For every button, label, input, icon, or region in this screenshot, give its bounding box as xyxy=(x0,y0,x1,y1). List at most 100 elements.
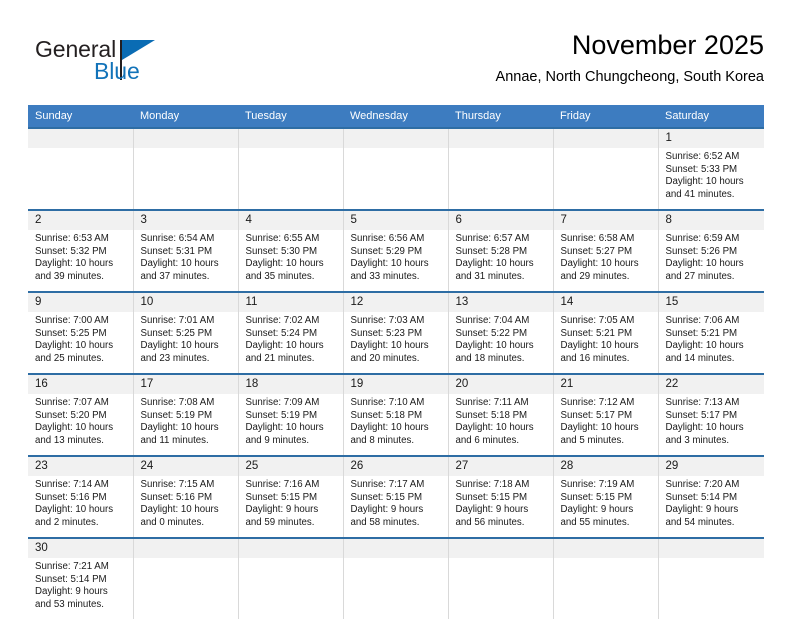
day-cell[interactable]: Sunrise: 6:58 AM Sunset: 5:27 PM Daylight:… xyxy=(552,230,658,291)
day-cell[interactable]: Sunrise: 7:17 AM Sunset: 5:15 PM Daylight:… xyxy=(342,476,448,537)
day-number-cell[interactable]: 2 xyxy=(28,211,133,230)
daylight-text-line1: Daylight: 10 hours xyxy=(665,176,744,188)
day-cell[interactable]: Sunrise: 7:08 AM Sunset: 5:19 PM Daylight:… xyxy=(132,394,238,455)
day-number-cell[interactable]: 8 xyxy=(657,211,764,230)
day-cell[interactable]: Sunrise: 7:15 AM Sunset: 5:16 PM Daylight:… xyxy=(132,476,238,537)
day-number-cell[interactable]: 26 xyxy=(342,457,448,476)
day-number-cell[interactable]: 27 xyxy=(447,457,553,476)
day-number-cell[interactable]: 28 xyxy=(552,457,658,476)
week-detail-row: Sunrise: 7:21 AM Sunset: 5:14 PM Daylight:… xyxy=(28,558,764,619)
day-cell[interactable]: Sunrise: 6:52 AM Sunset: 5:33 PM Daylight:… xyxy=(657,148,764,209)
sunrise-text: Sunrise: 6:58 AM xyxy=(560,233,635,244)
day-number-cell[interactable]: 10 xyxy=(132,293,238,312)
day-number-cell[interactable]: 15 xyxy=(657,293,764,312)
day-cell[interactable]: Sunrise: 6:55 AM Sunset: 5:30 PM Daylight:… xyxy=(237,230,343,291)
sunrise-text: Sunrise: 7:15 AM xyxy=(140,479,215,490)
day-cell[interactable]: Sunrise: 7:02 AM Sunset: 5:24 PM Daylight:… xyxy=(237,312,343,373)
sunset-text: Sunset: 5:32 PM xyxy=(35,245,107,257)
sunset-text: Sunset: 5:17 PM xyxy=(665,409,738,421)
day-number-cell[interactable]: 7 xyxy=(552,211,658,230)
week-detail-row: Sunrise: 7:14 AM Sunset: 5:16 PM Daylight:… xyxy=(28,476,764,537)
daylight-text-line2: and 2 minutes. xyxy=(35,516,99,528)
day-number-cell[interactable]: 9 xyxy=(28,293,133,312)
day-number-cell[interactable]: 23 xyxy=(28,457,133,476)
day-number-cell[interactable]: 20 xyxy=(447,375,553,394)
day-number-empty xyxy=(447,539,553,558)
day-cell[interactable]: Sunrise: 7:04 AM Sunset: 5:22 PM Daylight:… xyxy=(447,312,553,373)
daylight-text-line1: Daylight: 9 hours xyxy=(350,504,424,516)
daylight-text-line2: and 0 minutes. xyxy=(140,516,205,528)
sunrise-text: Sunrise: 7:02 AM xyxy=(245,315,320,326)
day-number-cell[interactable]: 11 xyxy=(237,293,343,312)
day-number-cell[interactable]: 1 xyxy=(657,129,764,148)
day-cell[interactable]: Sunrise: 7:20 AM Sunset: 5:14 PM Daylight:… xyxy=(657,476,764,537)
daylight-text-line1: Daylight: 10 hours xyxy=(455,340,534,352)
day-cell[interactable]: Sunrise: 7:19 AM Sunset: 5:15 PM Daylight:… xyxy=(552,476,658,537)
sunset-text: Sunset: 5:19 PM xyxy=(140,409,213,421)
sunset-text: Sunset: 5:17 PM xyxy=(560,409,633,421)
day-cell[interactable]: Sunrise: 7:18 AM Sunset: 5:15 PM Daylight:… xyxy=(447,476,553,537)
sunrise-text: Sunrise: 6:57 AM xyxy=(455,233,530,244)
weekday-header-saturday: Saturday xyxy=(658,105,764,127)
day-number-cell[interactable]: 30 xyxy=(28,539,133,558)
daylight-text-line2: and 54 minutes. xyxy=(665,516,735,528)
sunrise-text: Sunrise: 6:53 AM xyxy=(35,233,109,244)
day-cell[interactable]: Sunrise: 6:53 AM Sunset: 5:32 PM Daylight:… xyxy=(28,230,133,291)
day-cell-empty xyxy=(447,148,553,209)
sunset-text: Sunset: 5:15 PM xyxy=(245,491,318,503)
day-cell[interactable]: Sunrise: 7:05 AM Sunset: 5:21 PM Daylight:… xyxy=(552,312,658,373)
day-number-cell[interactable]: 24 xyxy=(132,457,238,476)
day-cell[interactable]: Sunrise: 7:00 AM Sunset: 5:25 PM Daylight:… xyxy=(28,312,133,373)
daylight-text-line2: and 14 minutes. xyxy=(665,352,735,364)
day-number-cell[interactable]: 3 xyxy=(132,211,238,230)
weekday-header-tuesday: Tuesday xyxy=(238,105,343,127)
day-cell[interactable]: Sunrise: 7:14 AM Sunset: 5:16 PM Daylight:… xyxy=(28,476,133,537)
day-cell[interactable]: Sunrise: 7:03 AM Sunset: 5:23 PM Daylight:… xyxy=(342,312,448,373)
day-cell[interactable]: Sunrise: 7:09 AM Sunset: 5:19 PM Daylight:… xyxy=(237,394,343,455)
day-number-cell[interactable]: 12 xyxy=(342,293,448,312)
day-number-cell[interactable]: 4 xyxy=(237,211,343,230)
day-cell[interactable]: Sunrise: 7:21 AM Sunset: 5:14 PM Daylight:… xyxy=(28,558,133,619)
day-cell[interactable]: Sunrise: 7:16 AM Sunset: 5:15 PM Daylight:… xyxy=(237,476,343,537)
day-number-cell[interactable]: 18 xyxy=(237,375,343,394)
day-number-cell[interactable]: 14 xyxy=(552,293,658,312)
general-blue-logo[interactable]: General Blue xyxy=(35,36,215,92)
day-number-cell[interactable]: 6 xyxy=(447,211,553,230)
sunset-text: Sunset: 5:21 PM xyxy=(560,327,633,339)
week-detail-row: Sunrise: 7:00 AM Sunset: 5:25 PM Daylight:… xyxy=(28,312,764,373)
day-number-cell[interactable]: 19 xyxy=(342,375,448,394)
day-cell[interactable]: Sunrise: 6:57 AM Sunset: 5:28 PM Daylight:… xyxy=(447,230,553,291)
day-cell[interactable]: Sunrise: 6:54 AM Sunset: 5:31 PM Daylight:… xyxy=(132,230,238,291)
day-cell[interactable]: Sunrise: 7:10 AM Sunset: 5:18 PM Daylight:… xyxy=(342,394,448,455)
day-number-cell[interactable]: 29 xyxy=(657,457,764,476)
sunset-text: Sunset: 5:27 PM xyxy=(560,245,633,257)
day-number-cell[interactable]: 25 xyxy=(237,457,343,476)
sunset-text: Sunset: 5:18 PM xyxy=(350,409,423,421)
day-cell[interactable]: Sunrise: 7:13 AM Sunset: 5:17 PM Daylight:… xyxy=(657,394,764,455)
day-cell[interactable]: Sunrise: 6:56 AM Sunset: 5:29 PM Daylight:… xyxy=(342,230,448,291)
sunset-text: Sunset: 5:33 PM xyxy=(665,163,738,175)
sunset-text: Sunset: 5:30 PM xyxy=(245,245,318,257)
day-cell[interactable]: Sunrise: 7:12 AM Sunset: 5:17 PM Daylight:… xyxy=(552,394,658,455)
day-number-cell[interactable]: 5 xyxy=(342,211,448,230)
day-number-cell[interactable]: 16 xyxy=(28,375,133,394)
day-number-cell[interactable]: 17 xyxy=(132,375,238,394)
daylight-text-line1: Daylight: 9 hours xyxy=(665,504,739,516)
sunset-text: Sunset: 5:29 PM xyxy=(350,245,423,257)
day-number-empty xyxy=(552,129,658,148)
sunrise-text: Sunrise: 7:10 AM xyxy=(350,397,425,408)
sunrise-text: Sunrise: 7:18 AM xyxy=(455,479,530,490)
day-number-cell[interactable]: 22 xyxy=(657,375,764,394)
day-cell[interactable]: Sunrise: 6:59 AM Sunset: 5:26 PM Daylight:… xyxy=(657,230,764,291)
day-cell[interactable]: Sunrise: 7:11 AM Sunset: 5:18 PM Daylight:… xyxy=(447,394,553,455)
day-number-cell[interactable]: 13 xyxy=(447,293,553,312)
sunset-text: Sunset: 5:28 PM xyxy=(455,245,528,257)
day-cell[interactable]: Sunrise: 7:01 AM Sunset: 5:25 PM Daylight:… xyxy=(132,312,238,373)
day-cell[interactable]: Sunrise: 7:07 AM Sunset: 5:20 PM Daylight:… xyxy=(28,394,133,455)
sunset-text: Sunset: 5:24 PM xyxy=(245,327,318,339)
day-number-cell[interactable]: 21 xyxy=(552,375,658,394)
daylight-text-line2: and 58 minutes. xyxy=(350,516,420,528)
daylight-text-line2: and 41 minutes. xyxy=(665,188,735,200)
day-cell[interactable]: Sunrise: 7:06 AM Sunset: 5:21 PM Daylight:… xyxy=(657,312,764,373)
sunrise-text: Sunrise: 6:54 AM xyxy=(140,233,215,244)
